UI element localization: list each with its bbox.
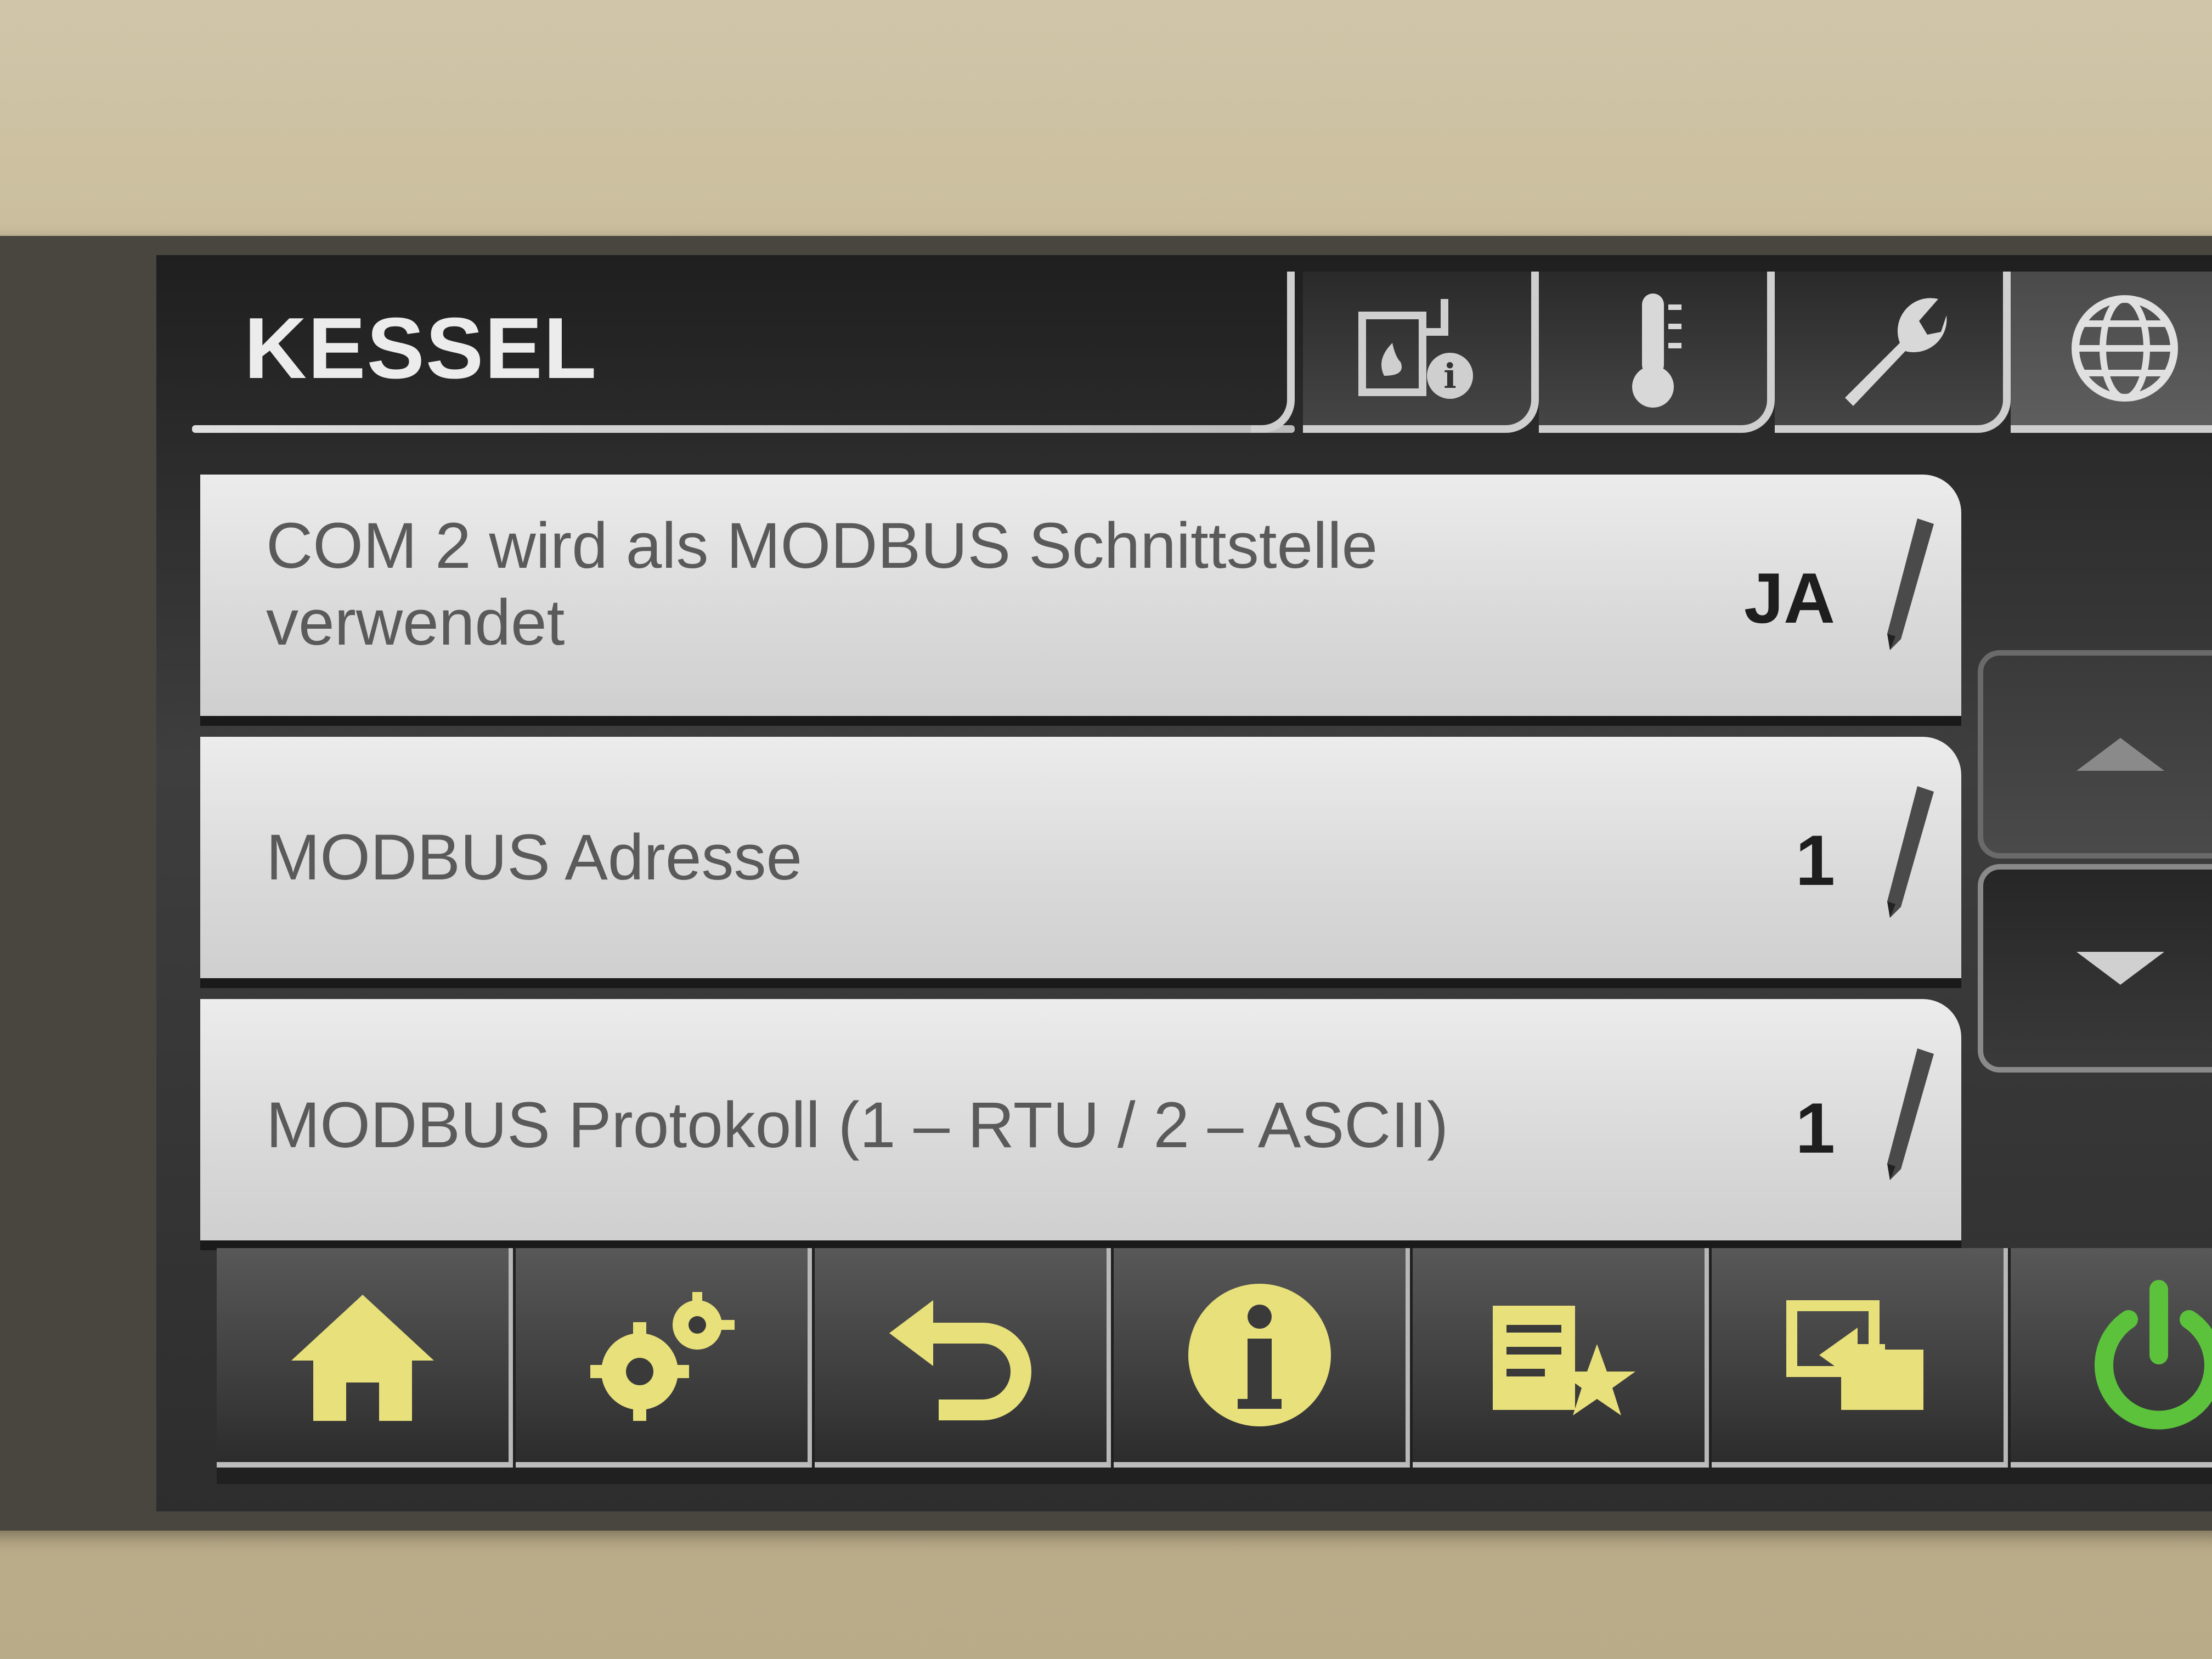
back-icon bbox=[889, 1300, 1031, 1420]
bottom-toolbar bbox=[217, 1248, 2212, 1484]
power-button[interactable] bbox=[2011, 1248, 2212, 1468]
globe-icon bbox=[2072, 295, 2178, 402]
tab-language[interactable] bbox=[2011, 272, 2212, 433]
screen-switch-button[interactable] bbox=[1712, 1248, 2008, 1468]
page-title: KESSEL bbox=[244, 300, 598, 397]
setting-value: JA bbox=[1743, 558, 1835, 638]
header-divider bbox=[192, 425, 1295, 433]
scroll-up-button[interactable] bbox=[1978, 650, 2212, 859]
info-button[interactable] bbox=[1114, 1248, 1410, 1468]
pencil-icon[interactable] bbox=[1874, 513, 1939, 656]
thermometer-icon bbox=[1632, 294, 1681, 408]
arrow-up-icon bbox=[2076, 738, 2164, 771]
gears-icon bbox=[590, 1292, 735, 1421]
touch-screen: KESSEL i COM 2 wird als MODBUS Schnittst… bbox=[156, 255, 2212, 1511]
setting-value: 1 bbox=[1795, 820, 1835, 900]
home-icon bbox=[291, 1295, 434, 1421]
back-button[interactable] bbox=[815, 1248, 1111, 1468]
wrench-icon bbox=[1845, 298, 1947, 406]
screen-switch-icon bbox=[1786, 1300, 1923, 1410]
setting-label: MODBUS Adresse bbox=[266, 821, 803, 894]
pencil-icon[interactable] bbox=[1874, 781, 1939, 923]
settings-button[interactable] bbox=[516, 1248, 812, 1468]
setting-row-modbus-protocol[interactable]: MODBUS Protokoll (1 – RTU / 2 – ASCII) 1 bbox=[200, 999, 1961, 1250]
pencil-icon[interactable] bbox=[1874, 1043, 1939, 1186]
setting-label: MODBUS Protokoll (1 – RTU / 2 – ASCII) bbox=[266, 1089, 1449, 1161]
favorites-icon bbox=[1493, 1306, 1635, 1415]
svg-text:i: i bbox=[1443, 356, 1457, 396]
boiler-info-icon: i bbox=[1358, 299, 1473, 399]
power-icon bbox=[2095, 1280, 2212, 1430]
tab-service[interactable] bbox=[1775, 272, 2011, 433]
tab-temperature[interactable] bbox=[1539, 272, 1775, 433]
setting-value: 1 bbox=[1795, 1088, 1835, 1168]
setting-row-com2-modbus[interactable]: COM 2 wird als MODBUS Schnittstelle verw… bbox=[200, 475, 1961, 726]
info-icon bbox=[1188, 1284, 1331, 1426]
header-divider-curve bbox=[1251, 272, 1295, 433]
tab-boiler-info[interactable]: i bbox=[1303, 272, 1539, 433]
scroll-down-button[interactable] bbox=[1978, 864, 2212, 1073]
arrow-down-icon bbox=[2076, 952, 2164, 985]
setting-label: COM 2 wird als MODBUS Schnittstelle verw… bbox=[266, 510, 1378, 659]
home-button[interactable] bbox=[217, 1248, 513, 1468]
setting-row-modbus-address[interactable]: MODBUS Adresse 1 bbox=[200, 737, 1961, 988]
favorites-button[interactable] bbox=[1413, 1248, 1709, 1468]
